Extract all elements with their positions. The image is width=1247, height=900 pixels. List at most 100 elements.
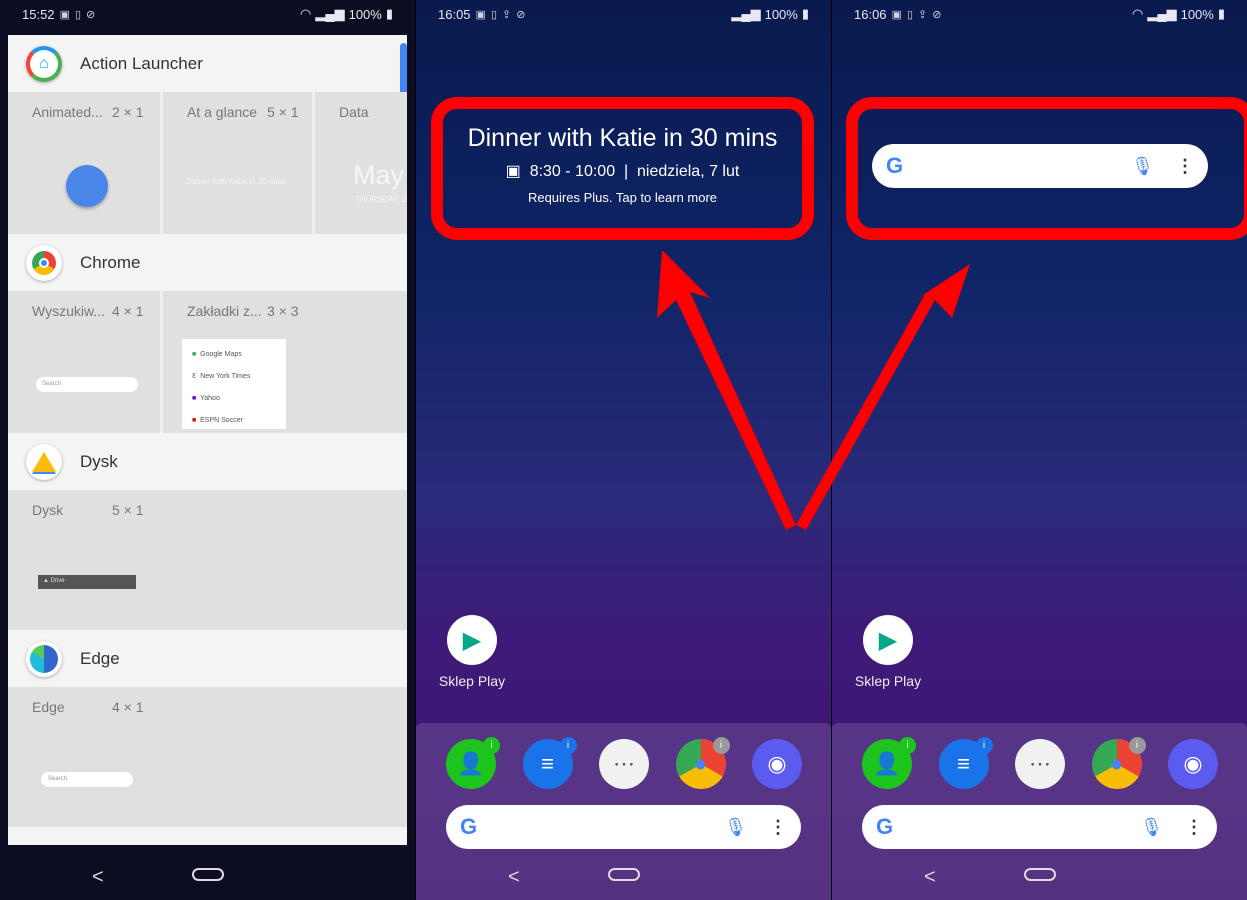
play-store-icon: ▶ bbox=[447, 615, 497, 665]
app-sklep-play[interactable]: ▶ Sklep Play bbox=[439, 615, 505, 689]
app-header-partial bbox=[8, 827, 407, 845]
home-screen-glance: 16:05 ▣ ▯ ⇪ ⊘ ▂▄▆ 100% ▮ Dinner with Katie in… bbox=[416, 0, 831, 900]
back-button[interactable]: < bbox=[508, 866, 520, 889]
upload-icon: ⇪ bbox=[918, 8, 928, 21]
app-sklep-play[interactable]: ▶ Sklep Play bbox=[855, 615, 921, 689]
glance-note[interactable]: Requires Plus. Tap to learn more bbox=[443, 190, 802, 205]
home-button[interactable] bbox=[1024, 868, 1056, 881]
at-a-glance-widget[interactable]: Dinner with Katie in 30 mins ▣ 8:30 - 10… bbox=[443, 112, 802, 205]
info-badge-icon: i bbox=[712, 737, 730, 754]
google-search-bar[interactable]: G 🎙 ⋮ bbox=[862, 805, 1217, 849]
battery-saver-icon: ▯ bbox=[490, 8, 498, 21]
messages-icon[interactable]: ≡ i bbox=[522, 737, 577, 789]
info-badge-icon: i bbox=[483, 737, 500, 754]
chrome-icon[interactable]: ● i bbox=[675, 737, 730, 789]
more-icon[interactable]: ⋮ bbox=[1176, 156, 1194, 177]
widget-at-a-glance[interactable]: At a glance 5 × 1 Dinner with Katie in 3… bbox=[160, 92, 309, 234]
more-icon[interactable]: ⋮ bbox=[1185, 817, 1203, 838]
drive-preview: ▲ Drive bbox=[38, 575, 136, 589]
widget-size: 5 × 1 bbox=[267, 104, 299, 120]
wifi-icon: ◠ bbox=[300, 6, 312, 21]
back-button[interactable]: < bbox=[92, 866, 104, 889]
gallery-icon: ▣ bbox=[59, 8, 70, 21]
home-button[interactable] bbox=[192, 868, 224, 881]
status-bar: 16:05 ▣ ▯ ⇪ ⊘ ▂▄▆ 100% ▮ bbox=[416, 0, 831, 28]
bookmark-item: ■ Yahoo bbox=[192, 395, 220, 402]
app-drawer-icon[interactable]: ⋯ bbox=[599, 739, 649, 789]
info-badge-icon: i bbox=[559, 737, 577, 754]
status-bar: 15:52 ▣ ▯ ⊘ ◠ ▂▄▆ 100% ▮ bbox=[0, 0, 415, 28]
contacts-icon[interactable]: 👤 i bbox=[446, 737, 500, 789]
info-badge-icon: i bbox=[1128, 737, 1146, 754]
mic-icon[interactable]: 🎙 bbox=[724, 817, 747, 838]
battery-saver-icon: ▯ bbox=[906, 8, 914, 21]
google-icon: G bbox=[876, 814, 894, 839]
widget-name: Data bbox=[339, 104, 369, 120]
app-header-chrome: Chrome bbox=[8, 234, 407, 291]
drive-icon bbox=[26, 443, 62, 480]
glance-event: ▣ 8:30 - 10:00 | niedziela, 7 lut bbox=[505, 163, 740, 180]
status-time: 16:05 bbox=[438, 6, 471, 22]
battery-icon: ▮ bbox=[1217, 6, 1225, 21]
nav-bar: < bbox=[832, 850, 1247, 900]
google-icon: G bbox=[460, 814, 478, 839]
home-button[interactable] bbox=[608, 868, 640, 881]
messages-icon[interactable]: ≡ i bbox=[938, 737, 993, 789]
gallery-icon: ▣ bbox=[475, 8, 486, 21]
chrome-icon[interactable]: ● i bbox=[1091, 737, 1146, 789]
widget-size: 4 × 1 bbox=[112, 303, 144, 319]
app-name: Dysk bbox=[80, 451, 118, 471]
widget-name: Animated... bbox=[32, 104, 103, 120]
battery-icon: ▮ bbox=[385, 6, 393, 21]
back-button[interactable]: < bbox=[924, 866, 936, 889]
upload-icon: ⇪ bbox=[502, 8, 512, 21]
contacts-icon[interactable]: 👤 i bbox=[862, 737, 916, 789]
app-drawer-icon[interactable]: ⋯ bbox=[1015, 739, 1065, 789]
widget-size: 5 × 1 bbox=[112, 502, 144, 518]
status-bar: 16:06 ▣ ▯ ⇪ ⊘ ◠ ▂▄▆ 100% ▮ bbox=[832, 0, 1247, 28]
info-badge-icon: i bbox=[899, 737, 916, 754]
signal-icon: ▂▄▆ bbox=[1147, 6, 1177, 21]
battery-percent: 100% bbox=[1180, 6, 1214, 22]
mic-icon[interactable]: 🎙 bbox=[1131, 156, 1154, 177]
status-time: 15:52 bbox=[22, 6, 55, 22]
camera-icon[interactable]: ◉ bbox=[1168, 739, 1218, 789]
bookmark-item: ■ ESPN Soccer bbox=[192, 417, 243, 424]
mic-icon[interactable]: 🎙 bbox=[1140, 817, 1163, 838]
nav-bar: < bbox=[416, 850, 831, 900]
search-preview: Search bbox=[36, 377, 138, 392]
app-label: Sklep Play bbox=[438, 673, 506, 689]
no-sim-icon: ⊘ bbox=[516, 8, 526, 21]
gallery-icon: ▣ bbox=[891, 8, 902, 21]
widget-list[interactable]: ⌂ Action Launcher Animated... 2 × 1 At a… bbox=[8, 35, 407, 845]
google-search-widget[interactable]: G 🎙 ⋮ bbox=[872, 144, 1208, 188]
google-search-bar[interactable]: G 🎙 ⋮ bbox=[446, 805, 801, 849]
app-name: Edge bbox=[80, 648, 120, 668]
widget-dysk[interactable]: Dysk 5 × 1 ▲ Drive bbox=[8, 490, 157, 630]
widget-animated-clock[interactable]: Animated... 2 × 1 bbox=[8, 92, 157, 234]
app-label: Sklep Play bbox=[854, 673, 922, 689]
widget-size: 4 × 1 bbox=[112, 699, 144, 715]
widget-chrome-bookmarks[interactable]: Zakładki z... 3 × 3 ■ Google Maps ℇ New … bbox=[160, 291, 407, 433]
battery-percent: 100% bbox=[764, 6, 798, 22]
widget-edge[interactable]: Edge 4 × 1 Search bbox=[8, 687, 157, 827]
more-icon[interactable]: ⋮ bbox=[769, 817, 787, 838]
camera-icon[interactable]: ◉ bbox=[752, 739, 802, 789]
widget-size: 2 × 1 bbox=[112, 104, 144, 120]
calendar-icon: ▣ bbox=[505, 163, 521, 180]
wifi-icon: ◠ bbox=[1132, 6, 1144, 21]
edge-icon bbox=[26, 640, 62, 677]
no-sim-icon: ⊘ bbox=[932, 8, 942, 21]
bookmark-item: ℇ New York Times bbox=[192, 373, 251, 380]
widget-preview-date: May 5 bbox=[353, 160, 407, 190]
widget-chrome-search[interactable]: Wyszukiw... 4 × 1 Search bbox=[8, 291, 157, 433]
widget-data[interactable]: Data 2 May 5 THURSDAY, 20 bbox=[312, 92, 407, 234]
scrollbar[interactable] bbox=[400, 43, 407, 95]
bookmarks-preview: ■ Google Maps ℇ New York Times ■ Yahoo ■… bbox=[182, 339, 286, 429]
widget-name: Dysk bbox=[32, 502, 64, 518]
widget-name: Wyszukiw... bbox=[32, 303, 105, 319]
search-preview: Search bbox=[41, 772, 133, 787]
action-launcher-icon: ⌂ bbox=[26, 45, 62, 82]
chrome-icon bbox=[26, 244, 62, 281]
widget-name: At a glance bbox=[187, 104, 258, 120]
